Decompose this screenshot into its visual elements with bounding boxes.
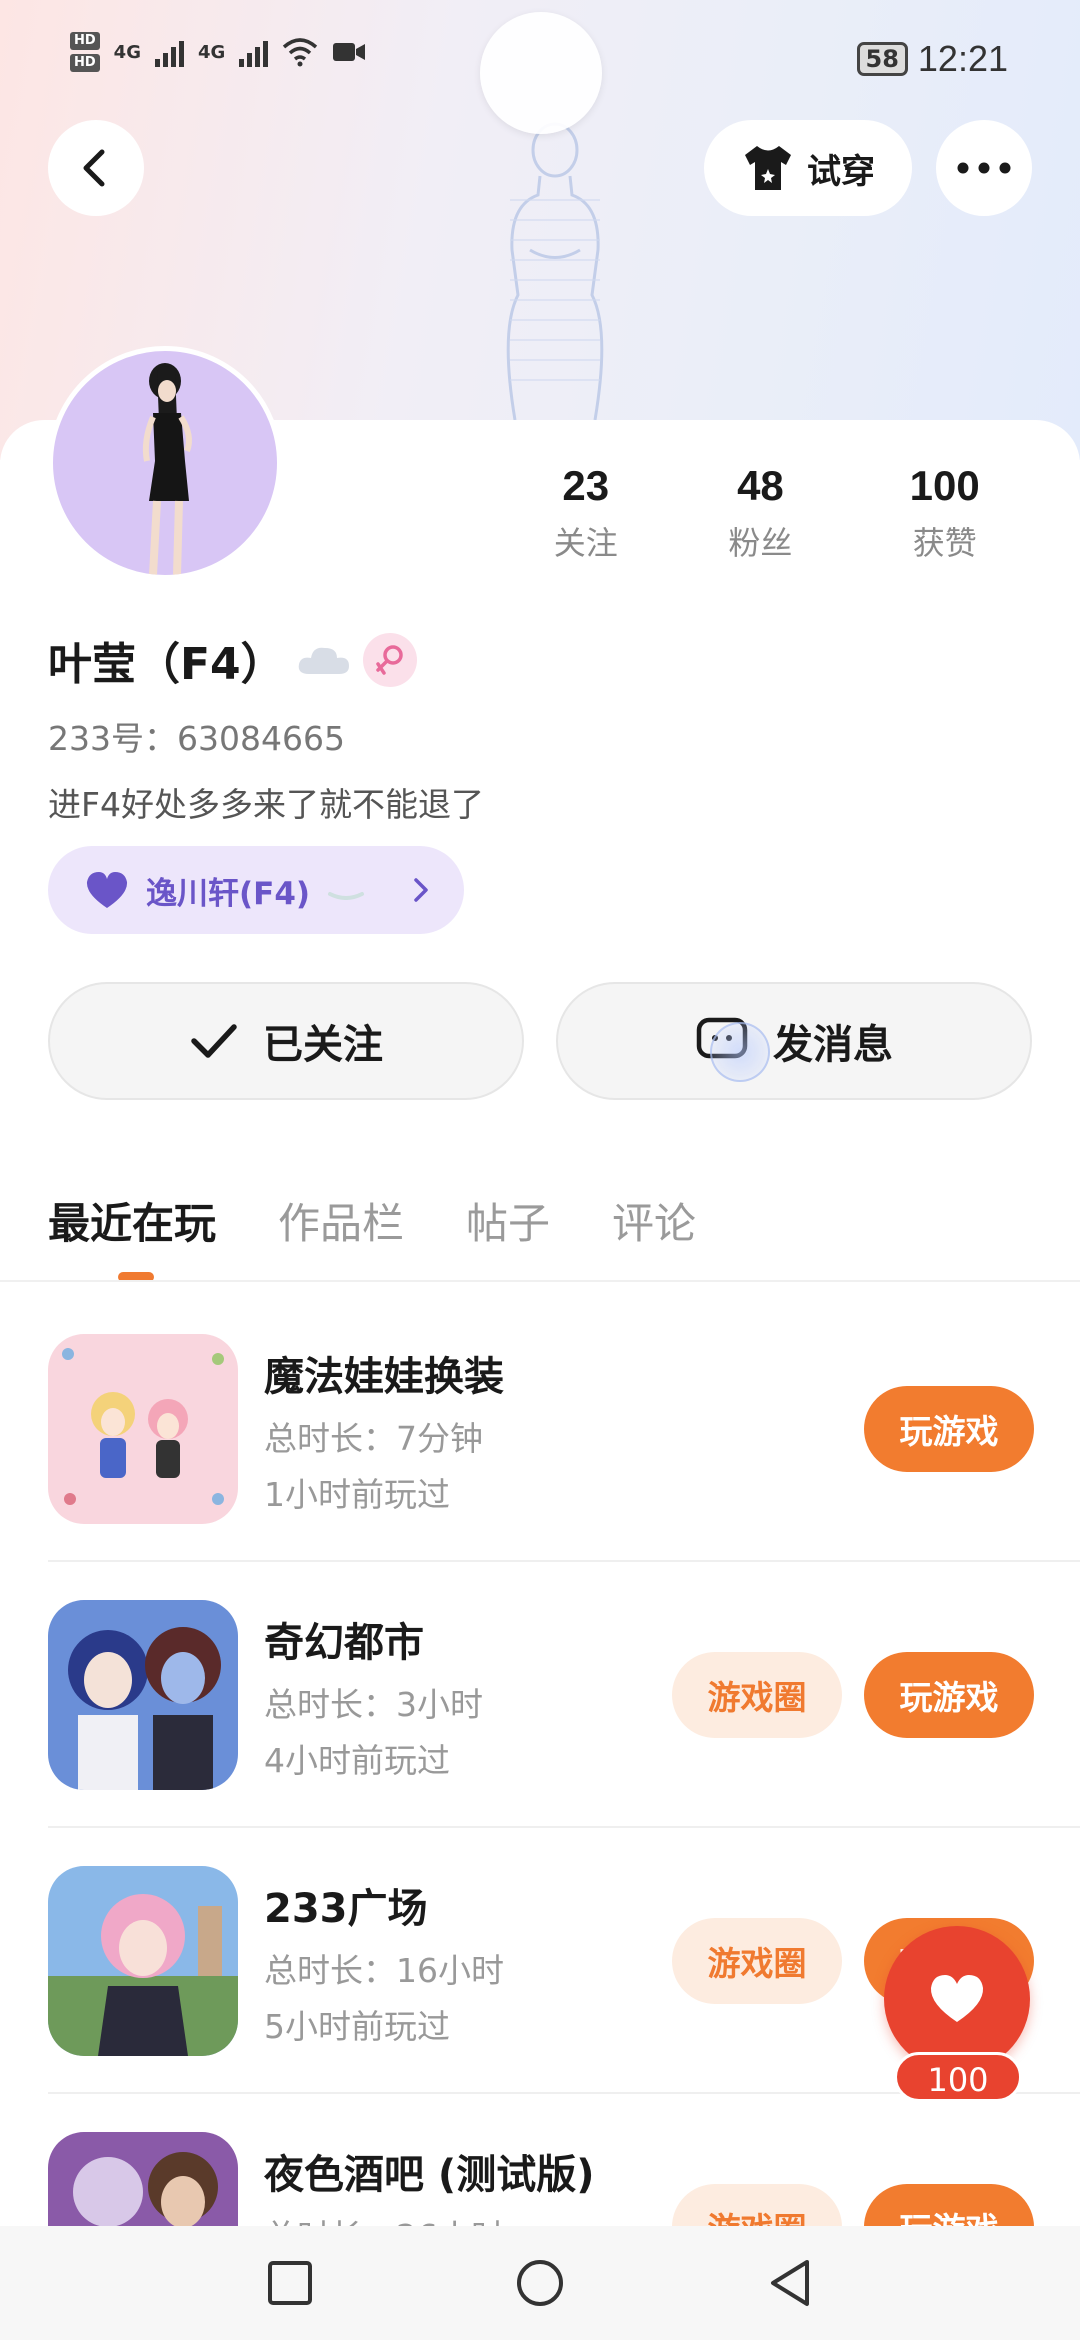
game-duration: 总时长：3小时: [264, 1685, 483, 1724]
square-icon: [268, 2261, 312, 2305]
stat-likes-label: 获赞: [912, 524, 977, 562]
play-game-button[interactable]: 玩游戏: [864, 1386, 1034, 1472]
tshirt-icon: [745, 146, 791, 190]
stat-following[interactable]: 23 关注: [490, 462, 681, 564]
tab-comments[interactable]: 评论: [612, 1190, 696, 1251]
tab-recently-played[interactable]: 最近在玩: [48, 1190, 216, 1251]
game-artwork-image: [68, 1627, 221, 1790]
stat-followers[interactable]: 48 粉丝: [681, 462, 839, 564]
hd-badge-2: HD: [70, 54, 100, 72]
game-artwork-image: [48, 1894, 238, 2056]
profile-stats: 23 关注 48 粉丝 100 获赞: [490, 462, 1050, 564]
game-circle-button[interactable]: 游戏圈: [672, 2184, 842, 2226]
list-divider: [48, 1560, 1080, 1562]
back-button[interactable]: [48, 120, 144, 216]
avatar-hologram-image: [506, 122, 604, 420]
stat-following-value: 23: [562, 462, 610, 509]
wifi-icon: [283, 38, 318, 67]
touch-indicator: [710, 1022, 770, 1082]
video-camera-icon: [333, 43, 366, 61]
more-options-button[interactable]: [936, 120, 1032, 216]
avatar[interactable]: [48, 346, 282, 580]
game-duration: 总时长：7分钟: [264, 1419, 483, 1458]
profile-name: 叶莹（F4）: [48, 639, 285, 690]
stat-likes-value: 100: [909, 462, 980, 509]
system-navigation-bar: [0, 2226, 1080, 2340]
game-name: 魔法娃娃换装: [264, 1354, 504, 1400]
profile-tabs: 最近在玩 作品栏 帖子 评论: [48, 1190, 696, 1251]
game-name: 233广场: [264, 1886, 428, 1932]
game-duration: 总时长：16小时: [264, 1951, 504, 1990]
home-button[interactable]: [510, 2253, 570, 2313]
network-type-1: 4G: [113, 41, 141, 63]
like-count-badge: 100: [894, 2052, 1022, 2102]
game-last-played: 5小时前玩过: [264, 2007, 450, 2046]
hd-badge-1: HD: [70, 32, 100, 50]
play-game-button[interactable]: 玩游戏: [864, 1652, 1034, 1738]
chevron-right-icon: [414, 878, 428, 902]
game-icon: [48, 1866, 238, 2056]
game-icon: [48, 1334, 238, 1524]
cp-name: 逸川轩(F4): [146, 875, 311, 912]
tab-posts[interactable]: 帖子: [466, 1190, 550, 1251]
female-icon: [375, 645, 403, 675]
chevron-left-icon: [83, 149, 105, 187]
cp-relationship-pill[interactable]: 逸川轩(F4): [48, 846, 464, 934]
stat-following-label: 关注: [553, 524, 618, 562]
tab-works[interactable]: 作品栏: [278, 1190, 404, 1251]
cloud-icon: [298, 647, 349, 674]
floating-like-button[interactable]: [884, 1926, 1030, 2072]
triangle-back-icon: [771, 2260, 809, 2306]
try-on-button[interactable]: 试穿: [704, 120, 912, 216]
game-icon: [48, 1600, 238, 1790]
floating-assistive-dot[interactable]: [480, 12, 602, 134]
send-message-button[interactable]: 发消息: [556, 982, 1032, 1100]
play-game-button[interactable]: 玩游戏: [864, 2184, 1034, 2226]
battery-indicator: 58: [856, 42, 908, 76]
checkmark-icon: [191, 1024, 237, 1058]
followed-label: 已关注: [263, 1022, 383, 1068]
stat-likes[interactable]: 100 获赞: [839, 462, 1050, 564]
tab-divider: [0, 1280, 1080, 1282]
signal-icon-2: [239, 37, 269, 67]
list-divider: [48, 1826, 1080, 1828]
stat-followers-label: 粉丝: [728, 524, 793, 562]
profile-bio: 进F4好处多多来了就不能退了: [48, 785, 484, 824]
game-circle-button[interactable]: 游戏圈: [672, 1918, 842, 2004]
game-last-played: 4小时前玩过: [264, 1741, 450, 1780]
game-artwork-image: [73, 2152, 218, 2226]
game-list-item[interactable]: 魔法娃娃换装 总时长：7分钟 1小时前玩过 玩游戏: [0, 1334, 1080, 1600]
heart-icon: [86, 872, 128, 908]
game-artwork-image: [62, 1348, 224, 1505]
send-message-label: 发消息: [773, 1022, 893, 1068]
game-circle-button[interactable]: 游戏圈: [672, 1652, 842, 1738]
game-list-item[interactable]: 夜色酒吧 (测试版) 总时长：26小时 游戏圈 玩游戏: [0, 2132, 1080, 2226]
game-list-item[interactable]: 奇幻都市 总时长：3小时 4小时前玩过 游戏圈 玩游戏: [0, 1600, 1080, 1866]
game-icon: [48, 2132, 238, 2226]
game-name: 奇幻都市: [264, 1620, 424, 1666]
followed-button[interactable]: 已关注: [48, 982, 524, 1100]
clock: 12:21: [917, 38, 1008, 79]
game-last-played: 1小时前玩过: [264, 1475, 450, 1514]
game-name: 夜色酒吧 (测试版): [264, 2152, 595, 2198]
more-dots-icon: [957, 162, 1011, 174]
stat-followers-value: 48: [737, 462, 784, 509]
try-on-label: 试穿: [807, 151, 875, 192]
recent-apps-button[interactable]: [260, 2253, 320, 2313]
profile-name-row: 叶莹（F4）: [48, 628, 417, 692]
avatar-character-image: [142, 363, 192, 575]
game-duration: 总时长：26小时: [264, 2210, 504, 2226]
user-id: 233号：63084665: [48, 719, 345, 758]
cloud-icon-small: [328, 892, 365, 900]
back-nav-button[interactable]: [760, 2253, 820, 2313]
circle-icon: [517, 2260, 563, 2306]
heart-icon: [930, 1975, 984, 2022]
gender-badge: [362, 633, 417, 687]
signal-icon-1: [154, 37, 184, 67]
network-type-2: 4G: [197, 41, 226, 63]
